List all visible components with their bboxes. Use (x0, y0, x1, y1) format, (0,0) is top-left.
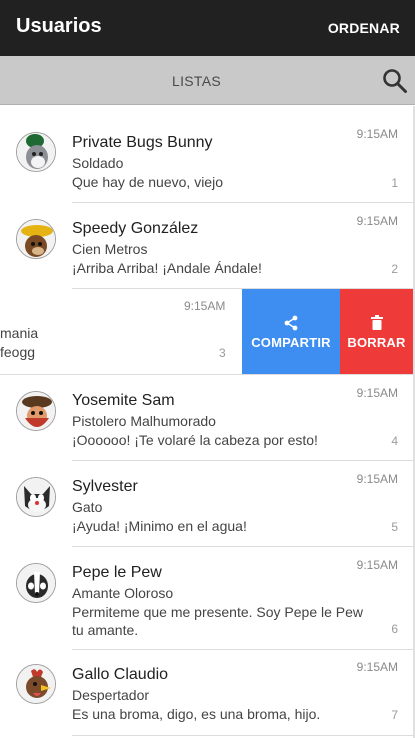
sylvester-avatar (16, 477, 56, 517)
delete-button[interactable]: BORRAR (340, 289, 413, 375)
swiped-list-item[interactable]: mania feogg 9:15AM 3 COMPARTIR BORRAR (0, 289, 413, 375)
divider (72, 735, 413, 736)
share-button[interactable]: COMPARTIR (242, 289, 340, 375)
timestamp: 9:15AM (356, 214, 398, 228)
user-name: Gallo Claudio (72, 666, 169, 683)
gallo-claudio-avatar (16, 664, 56, 704)
search-icon[interactable] (382, 68, 408, 94)
user-message: ¡Arriba Arriba! ¡Andale Ándale! (72, 260, 262, 276)
user-name: Yosemite Sam (72, 392, 175, 409)
user-list: Private Bugs Bunny Soldado Que hay de nu… (0, 106, 415, 738)
item-index: 4 (391, 434, 398, 448)
share-label: COMPARTIR (251, 335, 331, 350)
user-message: ¡Oooooo! ¡Te volaré la cabeza por esto! (72, 432, 318, 448)
user-subtitle: Pistolero Malhumorado (72, 413, 216, 429)
pepe-le-pew-avatar (16, 563, 56, 603)
item-index: 5 (391, 520, 398, 534)
list-item[interactable]: Private Bugs Bunny Soldado Que hay de nu… (0, 106, 413, 203)
item-index: 2 (391, 262, 398, 276)
user-name: Pepe le Pew (72, 564, 162, 581)
list-item[interactable]: Yosemite Sam Pistolero Malhumorado ¡Oooo… (0, 375, 413, 461)
yosemite-sam-avatar (16, 391, 56, 431)
user-name: Sylvester (72, 478, 138, 495)
user-name: Private Bugs Bunny (72, 134, 213, 151)
list-item[interactable]: Sylvester Gato ¡Ayuda! ¡Minimo en el agu… (0, 461, 413, 547)
delete-label: BORRAR (347, 335, 406, 350)
trash-icon (371, 315, 383, 330)
truncated-text: feogg (0, 344, 36, 360)
app-bar: Usuarios ORDENAR (0, 0, 415, 56)
user-subtitle: Amante Oloroso (72, 585, 174, 601)
sort-button[interactable]: ORDENAR (328, 20, 400, 36)
share-icon (284, 315, 298, 331)
timestamp: 9:15AM (356, 127, 398, 141)
timestamp: 9:15AM (184, 299, 226, 313)
user-name: Speedy González (72, 220, 199, 237)
item-index: 6 (391, 622, 398, 636)
truncated-text: mania (0, 325, 39, 341)
user-message: Es una broma, digo, es una broma, hijo. (72, 706, 321, 722)
list-item[interactable]: Speedy González Cien Metros ¡Arriba Arri… (0, 203, 413, 289)
speedy-gonzalez-avatar (16, 219, 56, 259)
timestamp: 9:15AM (356, 472, 398, 486)
tab-listas[interactable]: LISTAS (0, 73, 393, 89)
user-subtitle: Soldado (72, 155, 124, 171)
tab-bar: LISTAS (0, 56, 415, 105)
user-message: Que hay de nuevo, viejo (72, 174, 223, 190)
item-index: 3 (219, 346, 226, 360)
user-subtitle: Cien Metros (72, 241, 148, 257)
user-subtitle: Despertador (72, 687, 150, 703)
user-message: ¡Ayuda! ¡Minimo en el agua! (72, 518, 247, 534)
bugs-bunny-avatar (16, 132, 56, 172)
item-index: 1 (391, 176, 398, 190)
list-item[interactable]: Pepe le Pew Amante Oloroso Permiteme que… (0, 547, 413, 650)
timestamp: 9:15AM (356, 386, 398, 400)
user-message: Permiteme que me presente. Soy Pepe le P… (72, 604, 364, 638)
user-subtitle: Gato (72, 499, 103, 515)
timestamp: 9:15AM (356, 660, 398, 674)
list-item[interactable]: Gallo Claudio Despertador Es una broma, … (0, 650, 413, 736)
item-index: 7 (391, 708, 398, 722)
app-title: Usuarios (16, 15, 102, 37)
timestamp: 9:15AM (356, 558, 398, 572)
